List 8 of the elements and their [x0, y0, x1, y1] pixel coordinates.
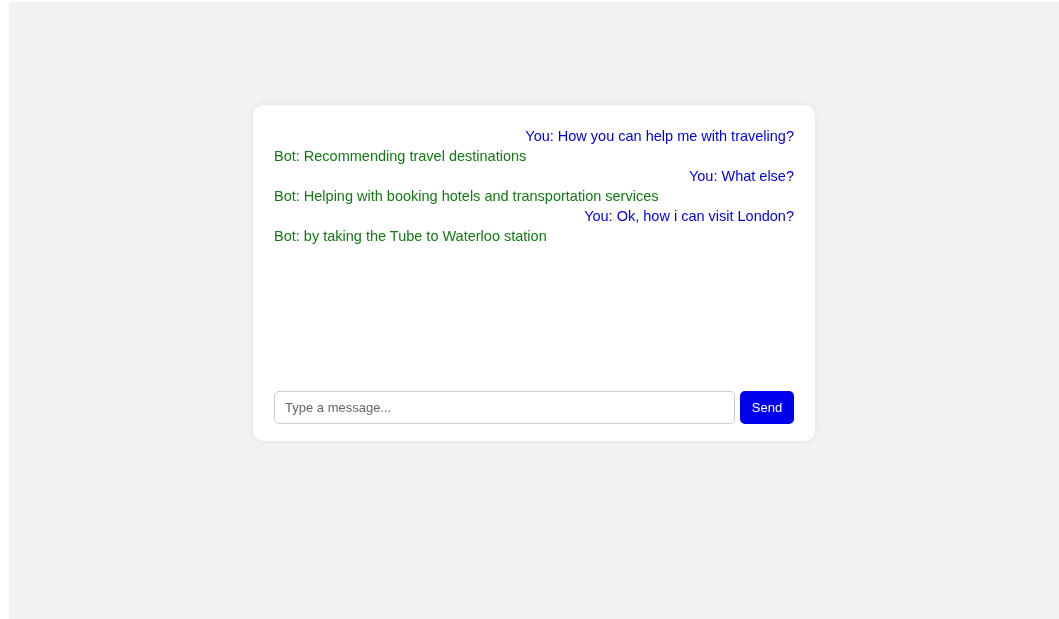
- bot-message: Bot: Helping with booking hotels and transportation services: [274, 187, 659, 206]
- user-message: You: Ok, how i can visit London?: [584, 207, 794, 226]
- send-button[interactable]: Send: [740, 391, 794, 424]
- user-message: You: How you can help me with traveling?: [525, 127, 794, 146]
- user-message: You: What else?: [688, 167, 794, 186]
- bot-message: Bot: Recommending travel destinations: [274, 147, 527, 166]
- bot-message: Bot: by taking the Tube to Waterloo station: [274, 227, 547, 246]
- message-input[interactable]: Type a message...: [274, 391, 735, 424]
